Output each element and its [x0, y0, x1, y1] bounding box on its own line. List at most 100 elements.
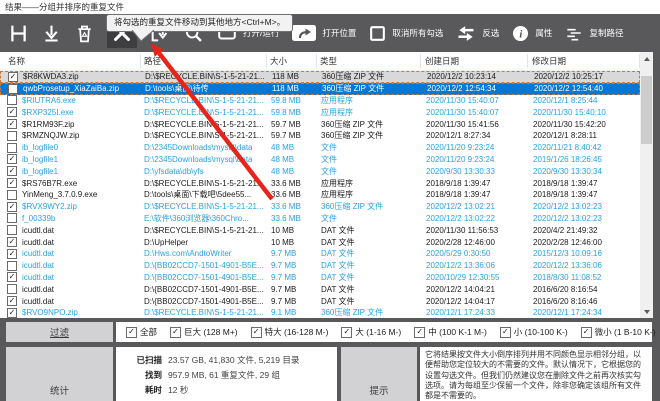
- trash-icon: [74, 23, 95, 44]
- cell-created: 2020/11/20 9:23:24: [421, 143, 528, 152]
- filter-option[interactable]: 特大 (16-128 M-): [251, 326, 329, 338]
- cell-name: icudtl.dat: [22, 238, 54, 247]
- table-row[interactable]: qwbProsetup_XiaZaiBa.zip D:\tools\桌面\待传 …: [0, 83, 640, 95]
- cell-type: 360压缩 ZIP 文件: [317, 130, 421, 141]
- table-row[interactable]: ib_logfile1 D:\yfsdata\db\yfs 48 MB 文件 2…: [0, 165, 640, 177]
- table-row[interactable]: icudtl.dat D:\{BB02CCD7-1501-4901-B5E...…: [0, 283, 640, 295]
- row-checkbox[interactable]: [8, 84, 18, 94]
- cell-type: DAT 文件: [317, 237, 421, 248]
- open-location-button[interactable]: 打开位置: [291, 23, 356, 43]
- cell-name: qwbProsetup_XiaZaiBa.zip: [23, 84, 119, 93]
- table-row[interactable]: $RVO9NPO.zip D:\$RECYCLE.BIN\S-1-5-21-21…: [0, 307, 640, 319]
- cell-type: 360压缩 ZIP 文件: [318, 83, 422, 94]
- table-row[interactable]: $R8KWDA3.zip D:\$RECYCLE.BIN\S-1-5-21-21…: [0, 71, 640, 83]
- filter-checkbox[interactable]: [341, 327, 352, 338]
- cell-type: DAT 文件: [317, 272, 421, 283]
- header-modified[interactable]: 修改日期: [528, 54, 640, 68]
- filter-option[interactable]: 小 (10-100 K-): [500, 326, 568, 338]
- filter-option[interactable]: 微小 (1 B-10 K-): [581, 326, 656, 338]
- filter-section-label: 过滤: [6, 322, 113, 342]
- download-button[interactable]: [41, 23, 62, 44]
- row-checkbox[interactable]: [8, 72, 18, 82]
- header-created[interactable]: 创建日期: [421, 54, 528, 68]
- filter-option[interactable]: 全部: [126, 326, 157, 338]
- table-row[interactable]: $RXP325I.exe D:\$RECYCLE.BIN\S-1-5-21-21…: [0, 106, 640, 118]
- table-row[interactable]: ib_logfile1 D:\2345Downloads\mysql\data …: [0, 154, 640, 166]
- row-checkbox[interactable]: [7, 284, 17, 294]
- filter-checkbox[interactable]: [414, 327, 425, 338]
- filter-checkbox[interactable]: [581, 327, 592, 338]
- vertical-scrollbar[interactable]: [640, 52, 653, 318]
- save-button[interactable]: [8, 23, 29, 44]
- row-checkbox[interactable]: [7, 202, 17, 212]
- header-name[interactable]: 名称: [0, 54, 141, 68]
- row-checkbox[interactable]: [7, 119, 17, 129]
- properties-button[interactable]: i 属性: [511, 24, 552, 43]
- table-row[interactable]: icudtl.dat D:\UpHelper 10 MB DAT 文件 2020…: [0, 236, 640, 248]
- row-checkbox[interactable]: [7, 308, 17, 318]
- row-checkbox[interactable]: [7, 237, 17, 247]
- table-row[interactable]: icudtl.dat D:\{BB02CCD7-1501-4901-B5E...…: [0, 260, 640, 272]
- header-size[interactable]: 大小: [267, 54, 317, 68]
- filter-option-label: 中 (100 K-1 M-): [428, 326, 487, 338]
- filter-checkbox[interactable]: [251, 327, 262, 338]
- cell-name: $RVX9WY2.zip: [22, 202, 77, 211]
- table-row[interactable]: icudtl.dat D:\{BB02CCD7-1501-4901-B5E...…: [0, 295, 640, 307]
- scrollbar-thumb[interactable]: [641, 76, 652, 144]
- row-checkbox[interactable]: [7, 261, 17, 271]
- filter-option[interactable]: 中 (100 K-1 M-): [414, 326, 487, 338]
- swap-arrows-icon: [455, 23, 477, 43]
- filter-option[interactable]: 巨大 (128 M+): [170, 326, 238, 338]
- filter-option[interactable]: 大 (1-16 M-): [341, 326, 401, 338]
- row-checkbox[interactable]: [7, 178, 17, 188]
- cell-type: 360压缩 ZIP 文件: [317, 307, 421, 318]
- header-type[interactable]: 类型: [317, 54, 421, 68]
- row-checkbox[interactable]: [7, 95, 17, 105]
- filter-checkbox[interactable]: [170, 327, 181, 338]
- uncheck-all-button[interactable]: 取消所有勾选: [368, 24, 443, 43]
- row-checkbox[interactable]: [7, 225, 17, 235]
- table-row[interactable]: icudtl.dat D:\Hws.com\AndtoWriter 9.7 MB…: [0, 248, 640, 260]
- cell-size: 9.7 MB: [267, 297, 317, 306]
- row-checkbox[interactable]: [7, 154, 17, 164]
- stat-found: 找到957.9 MB, 61 重复文件, 29 组: [116, 367, 337, 382]
- row-checkbox[interactable]: [7, 190, 17, 200]
- scroll-down-icon[interactable]: [640, 305, 653, 318]
- cell-modified: 2020/11/21 8:40:42: [528, 143, 640, 152]
- row-checkbox[interactable]: [7, 296, 17, 306]
- row-checkbox[interactable]: [7, 166, 17, 176]
- cell-type: DAT 文件: [317, 284, 421, 295]
- table-row[interactable]: $RIUTRA6.exe D:\$RECYCLE.BIN\S-1-5-21-21…: [0, 95, 640, 107]
- invert-selection-button[interactable]: 反选: [455, 23, 499, 43]
- table-row[interactable]: icudtl.dat D:\$RECYCLE.BIN\S-1-5-21-21..…: [0, 224, 640, 236]
- cell-modified: 2020/9/30 13:30:34: [528, 167, 640, 176]
- cell-modified: 2018/8/30 11:08:52: [528, 273, 640, 282]
- row-checkbox[interactable]: [7, 107, 17, 117]
- table-row[interactable]: ib_logfile0 D:\2345Downloads\mysql\data …: [0, 142, 640, 154]
- empty-checkbox-icon: [368, 24, 387, 43]
- table-row[interactable]: YinMeng_3.7.0.9.exe D:\tools\桌面\下载吧\5dee…: [0, 189, 640, 201]
- scroll-up-icon[interactable]: [640, 52, 653, 65]
- row-checkbox[interactable]: [7, 143, 17, 153]
- table-row[interactable]: icudtl.dat D:\{BB02CCD7-1501-4901-B5E...…: [0, 272, 640, 284]
- cell-name: $R1RM93F.zip: [22, 120, 74, 129]
- cell-type: 应用程序: [317, 107, 421, 118]
- row-checkbox[interactable]: [7, 272, 17, 282]
- table-row[interactable]: $R1RM93F.zip D:\$RECYCLE.BIN\S-1-5-21-21…: [0, 118, 640, 130]
- row-checkbox[interactable]: [7, 249, 17, 259]
- copy-path-button[interactable]: 复制路径: [564, 23, 623, 43]
- table-row[interactable]: f_00339b E:\软件\360浏览器\360Chro... 33.6 MB…: [0, 213, 640, 225]
- header-path[interactable]: 路径: [141, 54, 267, 68]
- filter-option-label: 巨大 (128 M+): [184, 326, 238, 338]
- filter-checkbox[interactable]: [126, 327, 137, 338]
- cell-path: D:\$RECYCLE.BIN\S-1-5-21-21...: [141, 202, 267, 211]
- table-row[interactable]: $RS76B7R.exe D:\$RECYCLE.BIN\S-1-5-21-21…: [0, 177, 640, 189]
- table-row[interactable]: $RVX9WY2.zip D:\$RECYCLE.BIN\S-1-5-21-21…: [0, 201, 640, 213]
- table-row[interactable]: $RMZNQJW.zip D:\$RECYCLE.BIN\S-1-5-21-21…: [0, 130, 640, 142]
- delete-button[interactable]: [74, 23, 95, 44]
- row-checkbox[interactable]: [7, 213, 17, 223]
- cell-created: 2020/10/29 12:30:55: [421, 273, 528, 282]
- row-checkbox[interactable]: [7, 131, 17, 141]
- filter-checkbox[interactable]: [500, 327, 511, 338]
- cell-created: 2020/12/1 8:27:34: [421, 131, 528, 140]
